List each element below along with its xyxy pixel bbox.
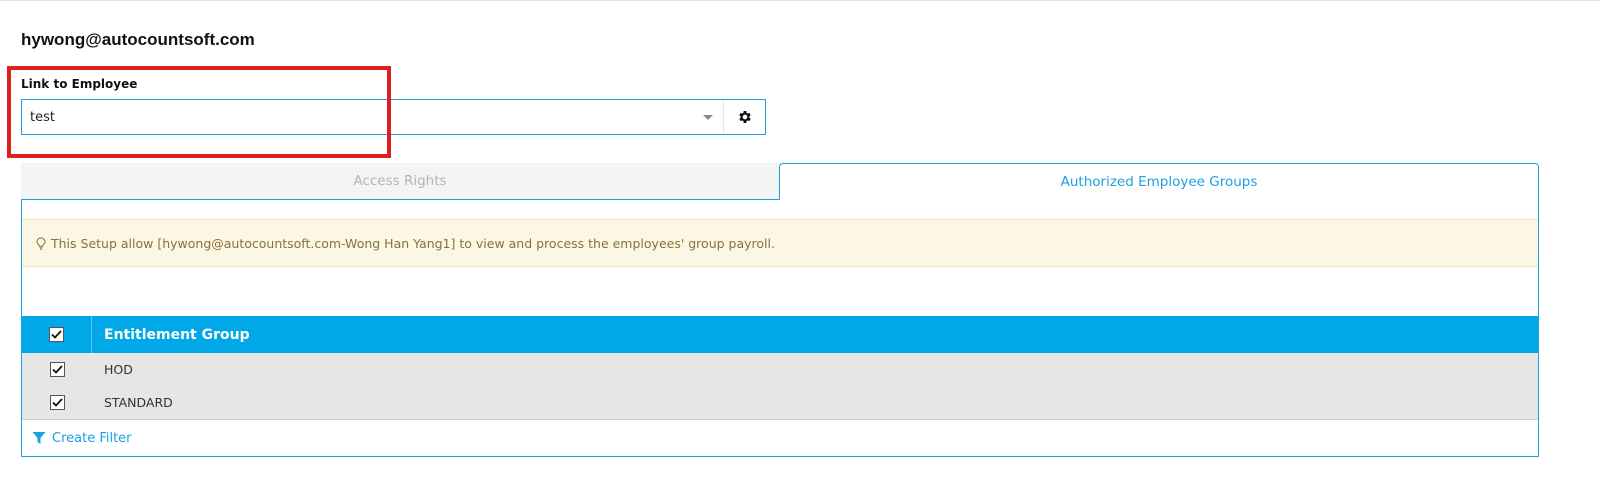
user-email-heading: hywong@autocountsoft.com [21,30,255,49]
create-filter-link[interactable]: Create Filter [32,431,132,446]
row-checkbox-cell [22,386,92,419]
create-filter-label: Create Filter [52,430,132,446]
link-to-employee-label: Link to Employee [21,77,138,91]
entitlement-group-cell: STANDARD [104,395,173,410]
tab-bar: Access Rights Authorized Employee Groups [21,163,1539,200]
tab-access-rights[interactable]: Access Rights [21,163,779,200]
table-row[interactable]: STANDARD [22,386,1538,419]
info-text: This Setup allow [hywong@autocountsoft.c… [51,235,775,251]
lightbulb-icon [36,236,46,250]
row-checkbox[interactable] [49,395,65,410]
select-all-cell [22,316,92,353]
table-row[interactable]: HOD [22,353,1538,386]
row-checkbox-cell [22,353,92,386]
checkmark-icon [51,398,63,407]
checkmark-icon [51,330,62,339]
grid-footer: Create Filter [22,419,1538,456]
link-to-employee-input[interactable] [22,100,693,134]
select-all-checkbox[interactable] [49,327,64,342]
tab-panel: This Setup allow [hywong@autocountsoft.c… [21,200,1539,457]
gear-icon [738,111,751,123]
checkmark-icon [51,365,63,374]
info-alert: This Setup allow [hywong@autocountsoft.c… [22,219,1538,267]
column-header-entitlement-group[interactable]: Entitlement Group [92,327,250,343]
entitlement-group-cell: HOD [104,362,133,377]
link-to-employee-combobox[interactable] [21,99,766,135]
funnel-icon [32,431,46,445]
tab-authorized-employee-groups[interactable]: Authorized Employee Groups [779,163,1539,200]
entitlement-group-grid: Entitlement Group HOD STANDARD [22,316,1538,419]
top-divider [0,0,1600,1]
grid-header-row: Entitlement Group [22,316,1538,353]
chevron-down-icon [703,114,713,120]
settings-button[interactable] [723,100,765,134]
dropdown-button[interactable] [693,100,723,134]
row-checkbox[interactable] [49,362,65,377]
